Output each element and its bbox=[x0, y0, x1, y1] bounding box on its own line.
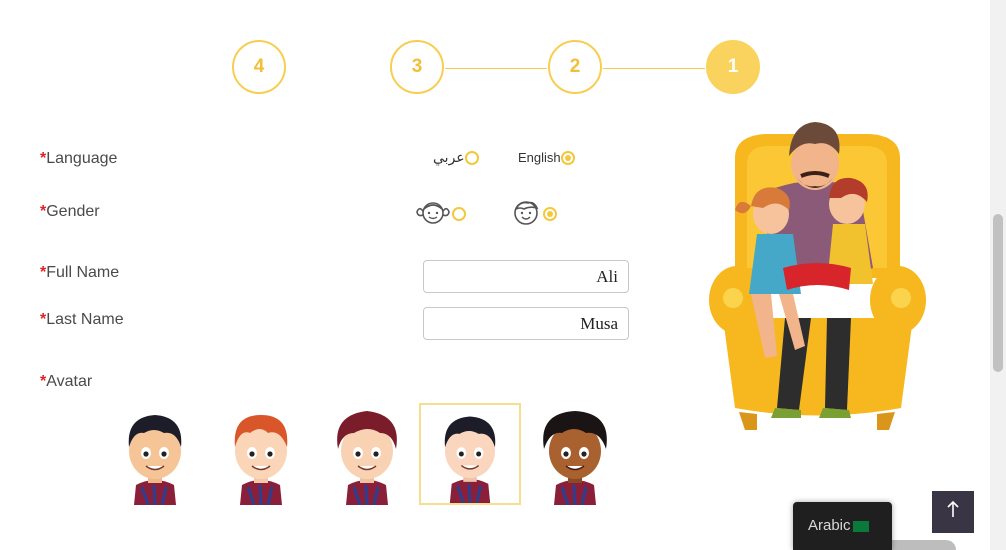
boy-avatar-black-hair-icon bbox=[444, 416, 496, 504]
avatar-option-5[interactable] bbox=[524, 403, 626, 506]
boy-avatar-ginger-hair-icon bbox=[234, 415, 288, 506]
back-to-top-button[interactable] bbox=[932, 491, 974, 533]
full-name-label: *Full Name bbox=[40, 264, 120, 281]
gender-option-girl[interactable] bbox=[415, 198, 466, 229]
avatar-label: *Avatar bbox=[40, 373, 93, 390]
radio-button[interactable] bbox=[543, 206, 557, 221]
step-1[interactable]: 1 bbox=[706, 40, 760, 94]
radio-button[interactable] bbox=[560, 150, 575, 165]
language-label: *Language bbox=[40, 150, 118, 167]
scrollbar[interactable] bbox=[990, 0, 1006, 550]
scrollbar-thumb[interactable] bbox=[993, 214, 1003, 372]
gender-label: *Gender bbox=[40, 203, 100, 220]
family-reading-illustration bbox=[705, 118, 930, 436]
boy-avatar-dark-skin-icon bbox=[543, 411, 607, 506]
avatar-option-1[interactable] bbox=[104, 403, 206, 506]
boy-avatar-black-hair-icon bbox=[128, 415, 182, 506]
language-switcher-button[interactable]: Arabic bbox=[793, 502, 892, 550]
radio-button[interactable] bbox=[452, 206, 466, 221]
step-4[interactable]: 4 bbox=[232, 40, 286, 94]
step-3[interactable]: 3 bbox=[390, 40, 444, 94]
last-name-input[interactable] bbox=[423, 307, 629, 340]
step-connector bbox=[603, 68, 705, 69]
step-connector bbox=[445, 68, 547, 69]
avatar-option-4[interactable] bbox=[419, 403, 521, 505]
girl-face-icon bbox=[415, 198, 451, 229]
avatar-option-2[interactable] bbox=[210, 403, 312, 506]
boy-avatar-curly-red-hair-icon bbox=[337, 411, 397, 506]
boy-face-icon bbox=[512, 198, 542, 229]
language-option-arabic[interactable]: عربي bbox=[433, 149, 479, 166]
saudi-flag-icon bbox=[852, 521, 869, 532]
step-2[interactable]: 2 bbox=[548, 40, 602, 94]
last-name-label: *Last Name bbox=[40, 311, 124, 328]
full-name-input[interactable] bbox=[423, 260, 629, 293]
gender-option-boy[interactable] bbox=[512, 198, 557, 229]
arrow-up-icon bbox=[946, 500, 960, 524]
avatar-option-3[interactable] bbox=[316, 403, 418, 506]
radio-button[interactable] bbox=[464, 150, 479, 165]
language-option-english[interactable]: English bbox=[518, 150, 575, 165]
